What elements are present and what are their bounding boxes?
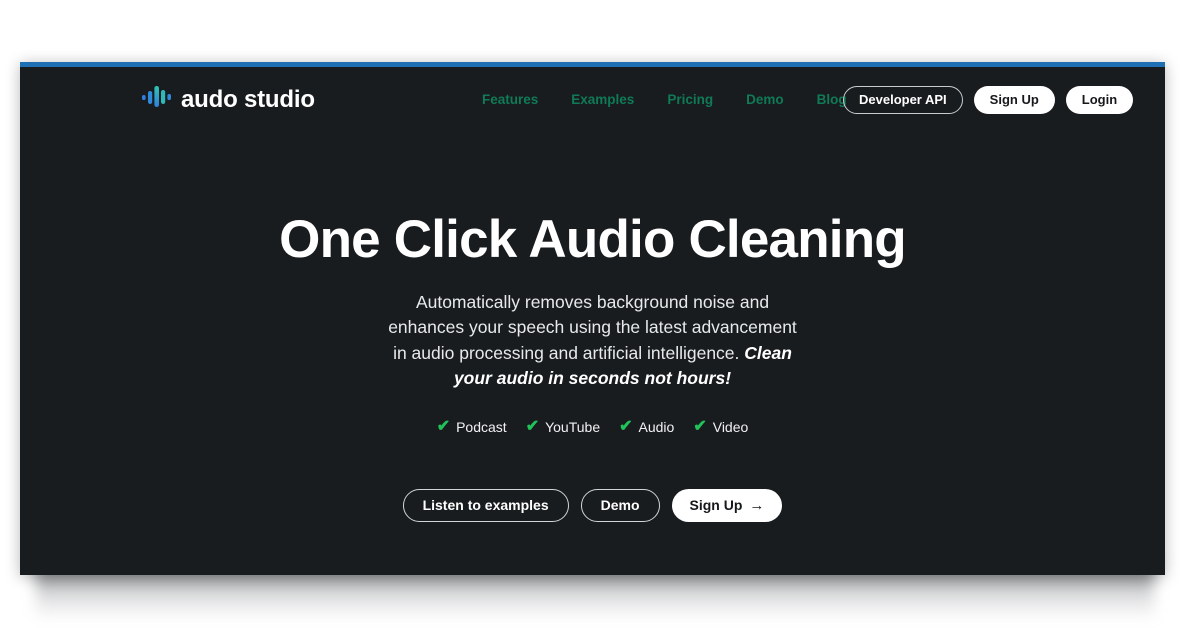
feature-item-audio: ✔ Audio [619, 417, 675, 435]
page-title: One Click Audio Cleaning [279, 210, 906, 269]
audio-waveform-icon [142, 86, 172, 113]
feature-label: YouTube [545, 418, 601, 435]
subhead-plain-text: Automatically removes background noise a… [388, 291, 797, 363]
feature-label: Video [712, 418, 749, 435]
sign-up-button-hero[interactable]: Sign Up → [671, 488, 783, 522]
nav-link-pricing[interactable]: Pricing [667, 92, 713, 107]
hero-card: audo studio Features Examples Pricing De… [20, 62, 1165, 575]
feature-item-youtube: ✔ YouTube [525, 417, 601, 435]
nav-link-features[interactable]: Features [482, 92, 538, 107]
feature-item-podcast: ✔ Podcast [436, 417, 507, 435]
feature-label: Podcast [456, 418, 507, 435]
demo-button[interactable]: Demo [580, 488, 660, 522]
developer-api-button[interactable]: Developer API [843, 85, 963, 114]
page-root: audo studio Features Examples Pricing De… [0, 0, 1200, 628]
logo-text: audo studio [181, 85, 315, 113]
hero-subheadline: Automatically removes background noise a… [383, 268, 803, 392]
check-icon: ✔ [436, 417, 451, 435]
check-icon: ✔ [693, 417, 707, 435]
navbar: audo studio Features Examples Pricing De… [20, 67, 1165, 132]
feature-list: ✔ Podcast ✔ YouTube ✔ Audio ✔ Video [20, 392, 1165, 435]
check-icon: ✔ [619, 417, 633, 435]
nav-actions: Developer API Sign Up Login [843, 85, 1134, 114]
nav-link-demo[interactable]: Demo [746, 92, 784, 107]
feature-item-video: ✔ Video [693, 417, 749, 435]
sign-up-label: Sign Up [689, 497, 743, 514]
cta-row: Listen to examples Demo Sign Up → [20, 435, 1165, 522]
listen-to-examples-button[interactable]: Listen to examples [402, 488, 569, 522]
nav-link-examples[interactable]: Examples [571, 92, 634, 107]
feature-label: Audio [638, 418, 675, 435]
logo[interactable]: audo studio [142, 86, 315, 114]
check-icon: ✔ [525, 417, 540, 435]
login-button[interactable]: Login [1065, 85, 1134, 114]
arrow-right-icon: → [749, 496, 765, 514]
sign-up-button-nav[interactable]: Sign Up [973, 85, 1055, 114]
nav-links: Features Examples Pricing Demo Blog [482, 92, 847, 107]
hero-section: One Click Audio Cleaning Automatically r… [20, 132, 1165, 522]
